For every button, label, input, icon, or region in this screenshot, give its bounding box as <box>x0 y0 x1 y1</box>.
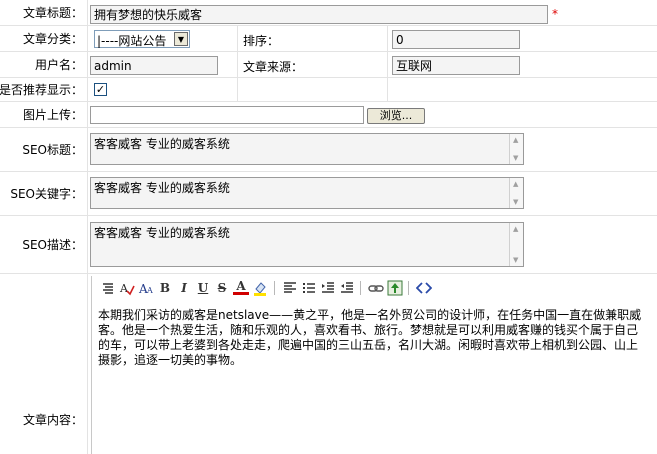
outdent-icon[interactable] <box>339 280 355 296</box>
title-row: 文章标题： * <box>0 0 657 26</box>
seo-title-label: SEO标题： <box>0 128 88 171</box>
seo-desc-label: SEO描述： <box>0 216 88 273</box>
username-input[interactable] <box>90 56 218 75</box>
ordered-list-icon[interactable] <box>301 280 317 296</box>
title-field-cell: * <box>89 0 657 25</box>
browse-button[interactable]: 浏览... <box>367 108 425 124</box>
scroll-up-icon[interactable]: ▲ <box>513 225 518 233</box>
link-icon[interactable] <box>368 280 384 296</box>
source-code-icon[interactable] <box>416 280 432 296</box>
author-field-cell: 文章来源： <box>89 52 657 77</box>
author-row: 用户名： 文章来源： <box>0 52 657 78</box>
format-icon[interactable] <box>100 280 116 296</box>
scroll-up-icon[interactable]: ▲ <box>513 180 518 188</box>
seo-desc-field-cell: 客客威客 专业的威客系统 ▲ ▼ <box>89 216 657 273</box>
seo-desc-row: SEO描述： 客客威客 专业的威客系统 ▲ ▼ <box>0 216 657 274</box>
category-field-cell: |----网站公告 ▼ 排序： <box>89 26 657 51</box>
editor-toolbar: A AA B I U S A <box>92 276 657 300</box>
recommend-field-cell: ✓ <box>89 78 657 101</box>
font-size-icon[interactable]: AA <box>138 280 154 296</box>
content-label: 文章内容： <box>0 274 88 454</box>
align-left-icon[interactable] <box>282 280 298 296</box>
sort-label: 排序： <box>243 34 280 48</box>
textarea-scrollbar[interactable]: ▲ ▼ <box>509 223 523 266</box>
title-input[interactable] <box>90 5 548 24</box>
required-mark: * <box>552 7 558 21</box>
seo-title-value: 客客威客 专业的威客系统 <box>94 137 230 151</box>
italic-icon[interactable]: I <box>176 280 192 296</box>
seo-keyword-textarea[interactable]: 客客威客 专业的威客系统 ▲ ▼ <box>90 177 524 209</box>
scroll-up-icon[interactable]: ▲ <box>513 136 518 144</box>
rich-text-editor: A AA B I U S A 本期我们采访的威客是netslave——黄之平，他… <box>91 276 657 454</box>
recommend-row: 是否推荐显示： ✓ <box>0 78 657 102</box>
category-label: 文章分类： <box>0 26 88 51</box>
highlight-icon[interactable] <box>252 280 268 296</box>
scroll-down-icon[interactable]: ▼ <box>513 198 518 206</box>
seo-desc-textarea[interactable]: 客客威客 专业的威客系统 ▲ ▼ <box>90 222 524 267</box>
file-path-input[interactable] <box>90 106 364 124</box>
seo-keyword-field-cell: 客客威客 专业的威客系统 ▲ ▼ <box>89 172 657 215</box>
scroll-down-icon[interactable]: ▼ <box>513 154 518 162</box>
font-color-icon[interactable]: A <box>233 279 249 295</box>
svg-text:A: A <box>146 286 153 295</box>
article-form: 文章标题： * 文章分类： |----网站公告 ▼ 排序： 用户名： 文章来源： <box>0 0 657 454</box>
category-selected-value: |----网站公告 <box>97 34 167 48</box>
scroll-down-icon[interactable]: ▼ <box>513 256 518 264</box>
source-input[interactable] <box>392 56 520 75</box>
underline-icon[interactable]: U <box>195 280 211 296</box>
seo-title-textarea[interactable]: 客客威客 专业的威客系统 ▲ ▼ <box>90 133 524 165</box>
seo-title-field-cell: 客客威客 专业的威客系统 ▲ ▼ <box>89 128 657 171</box>
textarea-scrollbar[interactable]: ▲ ▼ <box>509 178 523 208</box>
category-row: 文章分类： |----网站公告 ▼ 排序： <box>0 26 657 52</box>
source-label: 文章来源： <box>243 60 304 74</box>
seo-desc-value: 客客威客 专业的威客系统 <box>94 226 230 240</box>
title-label: 文章标题： <box>0 0 88 25</box>
upload-field-cell: 浏览... <box>89 102 657 127</box>
strikethrough-icon[interactable]: S <box>214 280 230 296</box>
indent-icon[interactable] <box>320 280 336 296</box>
upload-row: 图片上传： 浏览... <box>0 102 657 128</box>
username-label: 用户名： <box>0 52 88 77</box>
editor-content[interactable]: 本期我们采访的威客是netslave——黄之平，他是一名外贸公司的设计师，在任务… <box>98 308 648 368</box>
sort-input[interactable] <box>392 30 520 49</box>
spellcheck-icon[interactable]: A <box>119 280 135 296</box>
textarea-scrollbar[interactable]: ▲ ▼ <box>509 134 523 164</box>
seo-title-row: SEO标题： 客客威客 专业的威客系统 ▲ ▼ <box>0 128 657 172</box>
upload-label: 图片上传： <box>0 102 88 127</box>
image-icon[interactable] <box>387 280 403 296</box>
seo-keyword-value: 客客威客 专业的威客系统 <box>94 181 230 195</box>
category-select[interactable]: |----网站公告 ▼ <box>94 30 190 48</box>
seo-keyword-label: SEO关键字： <box>0 172 88 215</box>
recommend-label: 是否推荐显示： <box>0 78 88 101</box>
bold-icon[interactable]: B <box>157 280 173 296</box>
seo-keyword-row: SEO关键字： 客客威客 专业的威客系统 ▲ ▼ <box>0 172 657 216</box>
chevron-down-icon[interactable]: ▼ <box>174 32 188 46</box>
svg-text:A: A <box>119 282 129 295</box>
recommend-checkbox[interactable]: ✓ <box>94 83 107 96</box>
